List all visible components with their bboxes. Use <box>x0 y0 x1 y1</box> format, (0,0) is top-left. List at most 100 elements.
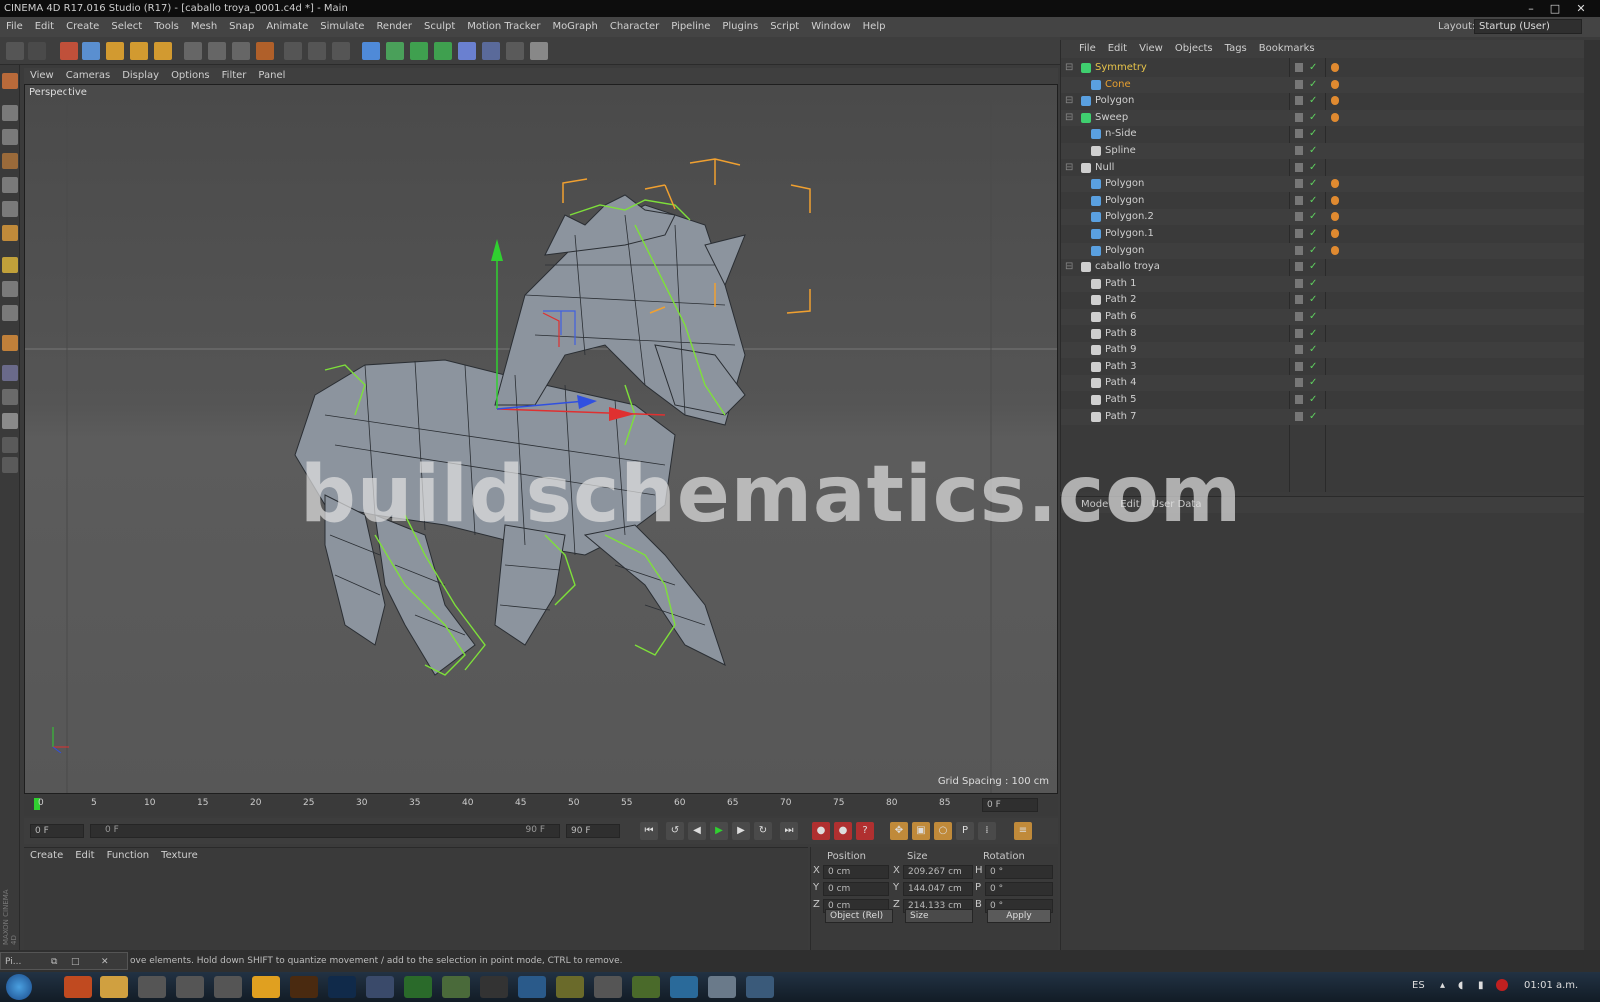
enabled-check-icon[interactable]: ✓ <box>1309 77 1317 93</box>
material-menu-create[interactable]: Create <box>24 850 69 861</box>
layer-icon[interactable] <box>1295 361 1303 371</box>
menu-character[interactable]: Character <box>604 21 665 32</box>
object-row[interactable]: Path 7 ✓ <box>1061 408 1585 425</box>
material-menu-edit[interactable]: Edit <box>69 850 100 861</box>
solo-icon[interactable] <box>2 413 18 429</box>
object-row[interactable]: Cone ✓ <box>1061 76 1585 93</box>
layer-icon[interactable] <box>1295 278 1303 288</box>
rotation-field[interactable]: 0 ° <box>985 865 1053 879</box>
menu-animate[interactable]: Animate <box>260 21 314 32</box>
coordinate-mode-dropdown[interactable]: Object (Rel) <box>825 909 893 923</box>
app-icon-3[interactable] <box>214 976 242 998</box>
layer-icon[interactable] <box>1295 262 1303 272</box>
minimize-button[interactable]: – <box>1520 0 1542 17</box>
menu-render[interactable]: Render <box>370 21 418 32</box>
timeline-window-icon[interactable]: ≡ <box>1014 822 1032 840</box>
object-row[interactable]: Path 4 ✓ <box>1061 375 1585 392</box>
keyframe-selection-icon[interactable]: ? <box>856 822 874 840</box>
restore-icon[interactable]: ⧉ <box>51 951 57 973</box>
app-icon-8[interactable] <box>670 976 698 998</box>
snapping-icon[interactable] <box>2 305 18 321</box>
next-frame-icon[interactable]: ▶ <box>732 822 750 840</box>
undo-icon[interactable] <box>6 42 24 60</box>
menu-sculpt[interactable]: Sculpt <box>418 21 461 32</box>
texture-mode-icon[interactable] <box>2 129 18 145</box>
enabled-check-icon[interactable]: ✓ <box>1309 292 1317 308</box>
menu-plugins[interactable]: Plugins <box>716 21 764 32</box>
layer-icon[interactable] <box>1295 179 1303 189</box>
explorer-icon[interactable] <box>100 976 128 998</box>
enabled-check-icon[interactable]: ✓ <box>1309 126 1317 142</box>
layer-icon[interactable] <box>1295 295 1303 305</box>
enabled-check-icon[interactable]: ✓ <box>1309 193 1317 209</box>
viewport-menu-panel[interactable]: Panel <box>252 70 291 81</box>
viewport-menu-filter[interactable]: Filter <box>216 70 253 81</box>
layer-icon[interactable] <box>1295 245 1303 255</box>
x-axis-lock-icon[interactable] <box>184 42 202 60</box>
antivirus-icon[interactable] <box>1496 979 1508 991</box>
object-row[interactable]: Polygon.2 ✓ <box>1061 209 1585 226</box>
enabled-check-icon[interactable]: ✓ <box>1309 409 1317 425</box>
language-indicator[interactable]: ES <box>1412 980 1425 991</box>
menu-snap[interactable]: Snap <box>223 21 260 32</box>
expand-toggle-icon[interactable]: ⊟ <box>1065 110 1073 126</box>
perspective-viewport[interactable]: Perspective Grid Spacing: 100 cm <box>24 84 1058 794</box>
next-key-icon[interactable]: ↻ <box>754 822 772 840</box>
pen-spline-icon[interactable] <box>386 42 404 60</box>
clock[interactable]: 01:01 a.m. <box>1524 980 1578 991</box>
record-point-level-icon[interactable]: ⁞ <box>978 822 996 840</box>
layer-icon[interactable] <box>1295 312 1303 321</box>
viewport-menu-display[interactable]: Display <box>116 70 165 81</box>
app-icon-9[interactable] <box>708 976 736 998</box>
object-row[interactable]: Polygon ✓ <box>1061 193 1585 209</box>
material-tag-icon[interactable] <box>1331 212 1339 222</box>
camera-icon[interactable] <box>506 42 524 60</box>
expand-toggle-icon[interactable]: ⊟ <box>1065 60 1073 76</box>
object-row[interactable]: Path 2 ✓ <box>1061 292 1585 308</box>
record-scale-icon[interactable]: ▣ <box>912 822 930 840</box>
material-tag-icon[interactable] <box>1331 112 1339 122</box>
app-icon-2[interactable] <box>176 976 204 998</box>
material-menu-function[interactable]: Function <box>101 850 156 861</box>
enabled-check-icon[interactable]: ✓ <box>1309 259 1317 275</box>
layout-dropdown[interactable]: Startup (User) <box>1474 19 1582 34</box>
layer-icon[interactable] <box>1295 345 1303 355</box>
start-frame-field[interactable]: 0 F <box>30 824 84 838</box>
preview-range-slider[interactable]: 0 F 90 F <box>90 824 560 838</box>
tray-arrow-icon[interactable]: ▴ <box>1440 980 1445 991</box>
object-row[interactable]: Path 1 ✓ <box>1061 275 1585 292</box>
layer-icon[interactable] <box>1295 195 1303 205</box>
material-tag-icon[interactable] <box>1331 195 1339 205</box>
polygons-mode-icon[interactable] <box>2 225 18 241</box>
cinema4d-icon[interactable] <box>366 976 394 998</box>
right-tab-strip[interactable] <box>1584 40 1600 950</box>
previous-key-icon[interactable]: ↺ <box>666 822 684 840</box>
objects-menu-edit[interactable]: Edit <box>1102 43 1133 54</box>
subdivision-surface-icon[interactable] <box>410 42 428 60</box>
enabled-check-icon[interactable]: ✓ <box>1309 243 1317 259</box>
size-field[interactable]: 209.267 cm <box>903 865 973 879</box>
close-button[interactable]: ✕ <box>1570 0 1592 17</box>
enabled-check-icon[interactable]: ✓ <box>1309 226 1317 242</box>
material-menu-texture[interactable]: Texture <box>155 850 204 861</box>
network-icon[interactable]: ▮ <box>1478 980 1484 991</box>
enabled-check-icon[interactable]: ✓ <box>1309 359 1317 375</box>
record-active-icon[interactable]: ● <box>812 822 830 840</box>
expand-toggle-icon[interactable]: ⊟ <box>1065 93 1073 109</box>
record-position-icon[interactable]: ✥ <box>890 822 908 840</box>
enabled-check-icon[interactable]: ✓ <box>1309 309 1317 325</box>
menu-create[interactable]: Create <box>60 21 105 32</box>
size-field[interactable]: 144.047 cm <box>903 882 973 896</box>
app-icon-m[interactable] <box>252 976 280 998</box>
viewport-menu-options[interactable]: Options <box>165 70 216 81</box>
workplane-icon[interactable] <box>2 153 18 169</box>
enabled-check-icon[interactable]: ✓ <box>1309 176 1317 192</box>
deformer-icon[interactable] <box>458 42 476 60</box>
menu-file[interactable]: File <box>0 21 29 32</box>
object-row[interactable]: Polygon.1 ✓ <box>1061 226 1585 242</box>
menu-motion-tracker[interactable]: Motion Tracker <box>461 21 546 32</box>
object-row[interactable]: ⊟ caballo troya ✓ <box>1061 259 1585 275</box>
layer-icon[interactable] <box>1295 146 1303 155</box>
expand-toggle-icon[interactable]: ⊟ <box>1065 160 1073 176</box>
object-row[interactable]: ⊟ Polygon ✓ <box>1061 93 1585 109</box>
